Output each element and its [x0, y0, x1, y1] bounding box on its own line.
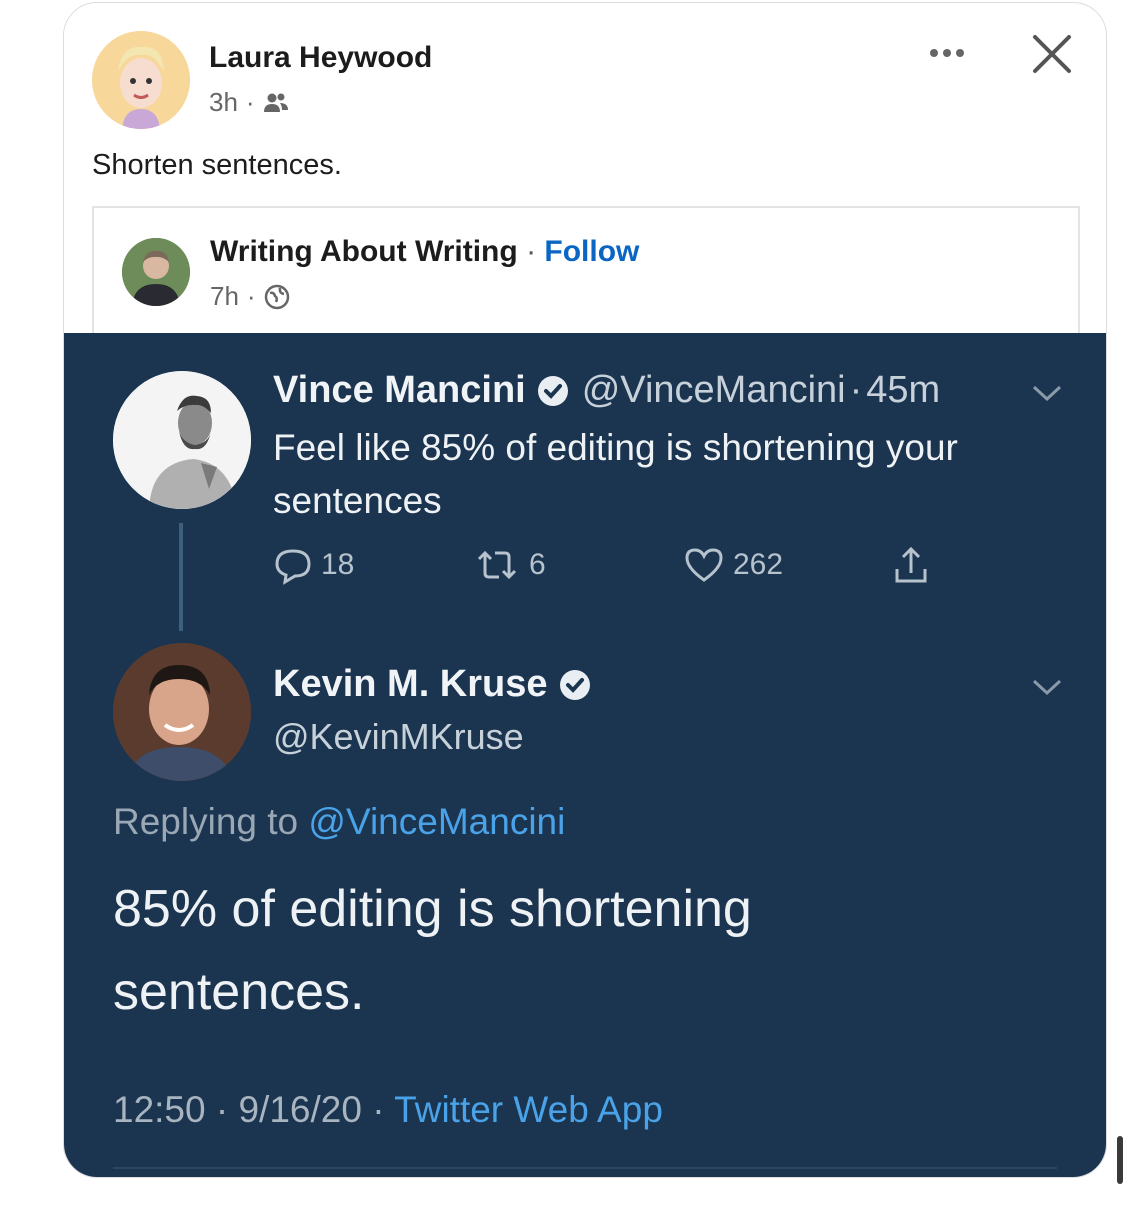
- post-text: Shorten sentences.: [92, 149, 342, 181]
- footer-dot: ·: [372, 1089, 385, 1130]
- tweet-source: Twitter Web App: [394, 1089, 663, 1130]
- tweet-footer: 12:50 · 9/16/20 · Twitter Web App: [113, 1089, 663, 1131]
- vince-handle: @VinceMancini: [581, 369, 846, 411]
- thread-line: [179, 523, 183, 631]
- post-card: Laura Heywood 3h · Shorten sentences. Wr…: [63, 2, 1107, 1178]
- verified-badge-icon: [559, 669, 590, 700]
- kevin-tweet-text: 85% of editing is shortening sentences.: [113, 880, 752, 1021]
- more-dot-icon: [956, 49, 964, 57]
- replying-mention: @VinceMancini: [308, 801, 566, 842]
- reply-count: 18: [321, 548, 355, 581]
- globe-icon: [264, 284, 289, 309]
- page-name[interactable]: Writing About Writing: [210, 235, 518, 268]
- like-count: 262: [733, 548, 784, 581]
- like-action: 262: [683, 545, 783, 585]
- replying-to: Replying to @VinceMancini: [113, 801, 565, 843]
- vince-avatar: [113, 371, 251, 509]
- person-photo-icon: [113, 371, 251, 509]
- shared-time[interactable]: 7h: [210, 281, 239, 312]
- page-name-line: Writing About Writing · Follow: [210, 235, 639, 269]
- retweet-count: 6: [529, 548, 546, 581]
- footer-dot: ·: [215, 1089, 229, 1130]
- name-separator: ·: [526, 235, 537, 268]
- scrollbar[interactable]: [1117, 1136, 1123, 1184]
- person-photo-icon: [113, 643, 251, 781]
- friends-icon: [263, 93, 288, 112]
- meta-separator: ·: [246, 281, 256, 311]
- more-dot-icon: [943, 49, 951, 57]
- kevin-name: Kevin M. Kruse: [273, 663, 548, 705]
- vince-time: 45m: [866, 369, 941, 411]
- tweet-actions: 18 6 262: [273, 545, 973, 595]
- meta-separator: ·: [245, 87, 255, 117]
- retweet-icon: [477, 550, 517, 580]
- heart-icon: [685, 548, 723, 582]
- kevin-avatar: [113, 643, 251, 781]
- replying-prefix: Replying to: [113, 801, 299, 842]
- share-icon: [895, 546, 927, 583]
- reply-action: 18: [273, 545, 354, 585]
- follow-button[interactable]: Follow: [544, 235, 639, 268]
- vince-tweet-text: Feel like 85% of editing is shortening y…: [273, 427, 958, 521]
- vince-name: Vince Mancini: [273, 369, 526, 411]
- author-name[interactable]: Laura Heywood: [209, 41, 432, 75]
- post-meta: 3h ·: [209, 87, 289, 118]
- chevron-down-icon: [1032, 679, 1062, 696]
- time-separator: ·: [849, 369, 863, 411]
- close-icon[interactable]: [1027, 29, 1077, 79]
- more-options-button[interactable]: [922, 33, 972, 73]
- reply-icon: [275, 549, 311, 585]
- share-action: [890, 545, 932, 587]
- kevin-header: Kevin M. Kruse: [273, 663, 592, 706]
- divider: [113, 1167, 1057, 1169]
- vince-header: Vince Mancini @VinceMancini · 45m: [273, 369, 940, 412]
- author-avatar[interactable]: [92, 31, 190, 129]
- page-avatar[interactable]: [122, 238, 190, 306]
- chevron-down-icon: [1032, 385, 1062, 402]
- more-dot-icon: [930, 49, 938, 57]
- retweet-action: 6: [473, 545, 546, 585]
- kevin-handle: @KevinMKruse: [273, 716, 524, 757]
- shared-meta: 7h ·: [210, 281, 290, 312]
- tweet-time: 12:50: [113, 1089, 206, 1130]
- memoji-avatar-icon: [92, 31, 190, 129]
- verified-badge-icon: [537, 375, 568, 406]
- person-photo-icon: [122, 238, 190, 306]
- post-time[interactable]: 3h: [209, 87, 238, 118]
- tweet-date: 9/16/20: [238, 1089, 362, 1130]
- tweet-screenshot[interactable]: Vince Mancini @VinceMancini · 45m Feel l…: [64, 333, 1106, 1177]
